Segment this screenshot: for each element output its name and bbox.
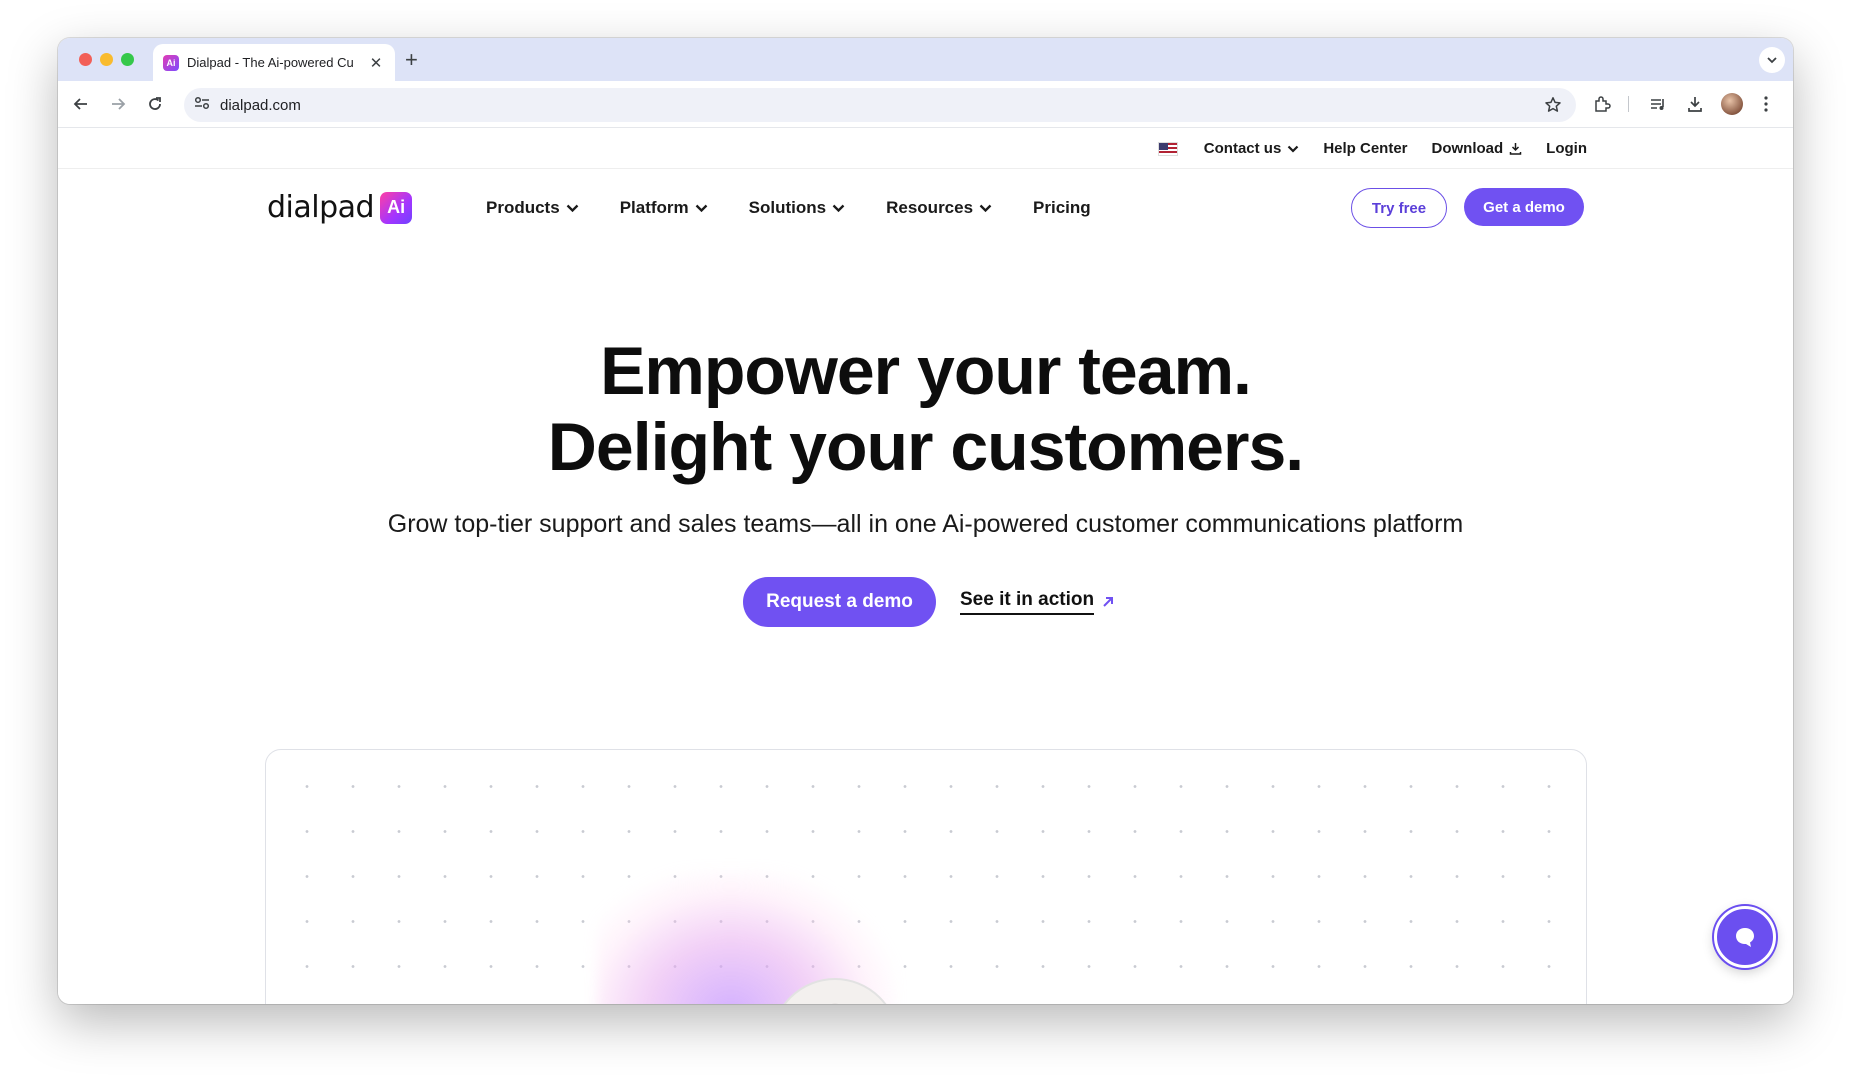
chevron-down-icon — [566, 204, 579, 212]
hero-line-2: Delight your customers. — [547, 409, 1304, 485]
chevron-down-icon — [695, 204, 707, 212]
reload-icon[interactable] — [144, 93, 166, 115]
main-nav: dialpad Ai Products Platform Solutions R… — [58, 170, 1793, 248]
minimize-window-button[interactable] — [100, 53, 113, 66]
hero-cta-row: Request a demo See it in action — [58, 577, 1793, 627]
hero-subtitle: Grow top-tier support and sales teams—al… — [387, 510, 1464, 538]
download-icon — [1509, 143, 1522, 155]
download-label: Download — [1431, 140, 1504, 157]
tab-search-icon[interactable] — [1759, 47, 1785, 73]
web-page: Contact us Help Center Download Login di… — [58, 128, 1793, 1004]
close-tab-icon[interactable]: ✕ — [367, 54, 385, 72]
browser-toolbar: dialpad.com — [58, 81, 1793, 128]
chevron-down-icon — [1288, 145, 1299, 153]
url-text: dialpad.com — [220, 96, 301, 114]
login-link[interactable]: Login — [1546, 140, 1587, 157]
bookmark-star-icon[interactable] — [1544, 96, 1562, 119]
see-it-in-action-label: See it in action — [960, 589, 1095, 615]
back-icon[interactable] — [70, 93, 92, 115]
profile-avatar[interactable] — [1721, 93, 1743, 115]
new-tab-icon[interactable]: + — [405, 47, 418, 73]
nav-products-label: Products — [486, 198, 560, 217]
utility-nav: Contact us Help Center Download Login — [58, 128, 1793, 169]
download-link[interactable]: Download — [1432, 140, 1523, 157]
see-it-in-action-link[interactable]: See it in action — [960, 589, 1114, 615]
close-window-button[interactable] — [79, 53, 92, 66]
chat-bubble-icon — [1736, 928, 1754, 947]
nav-platform-label: Platform — [619, 198, 689, 217]
arrow-up-right-icon — [1103, 597, 1114, 607]
extensions-icon[interactable] — [1591, 93, 1613, 115]
product-showcase-card — [265, 749, 1587, 1004]
hero-heading: Empower your team. Delight your customer… — [58, 333, 1793, 485]
forward-icon[interactable] — [107, 93, 129, 115]
chevron-down-icon — [979, 204, 992, 212]
nav-products[interactable]: Products — [486, 198, 579, 218]
browser-window: Ai Dialpad - The Ai-powered Cu ✕ + dialp… — [58, 38, 1793, 1004]
request-demo-button[interactable]: Request a demo — [743, 577, 936, 627]
toolbar-divider — [1628, 96, 1629, 112]
tab-title: Dialpad - The Ai-powered Cu — [187, 55, 354, 70]
us-flag-icon[interactable] — [1157, 141, 1178, 156]
get-a-demo-button[interactable]: Get a demo — [1464, 188, 1584, 226]
logo-wordmark: dialpad — [267, 190, 375, 225]
nav-solutions-label: Solutions — [748, 198, 827, 217]
nav-resources[interactable]: Resources — [886, 198, 992, 218]
chevron-down-icon — [832, 204, 845, 212]
chat-widget-button[interactable] — [1714, 906, 1776, 968]
media-controls-icon[interactable] — [1647, 93, 1669, 115]
dialpad-favicon-icon: Ai — [163, 54, 179, 71]
nav-pricing[interactable]: Pricing — [1033, 198, 1091, 218]
site-info-icon[interactable] — [194, 96, 210, 115]
contact-us-label: Contact us — [1203, 140, 1282, 157]
maximize-window-button[interactable] — [121, 53, 134, 66]
downloads-icon[interactable] — [1684, 93, 1706, 115]
logo-ai-mark-icon: Ai — [380, 191, 413, 224]
dialpad-logo[interactable]: dialpad Ai — [267, 190, 413, 225]
browser-menu-icon[interactable] — [1755, 93, 1777, 115]
nav-platform[interactable]: Platform — [620, 198, 708, 218]
tab-dialpad[interactable]: Ai Dialpad - The Ai-powered Cu ✕ — [153, 44, 395, 81]
try-free-button[interactable]: Try free — [1351, 188, 1447, 228]
address-bar[interactable]: dialpad.com — [184, 88, 1576, 122]
tab-strip: Ai Dialpad - The Ai-powered Cu ✕ + — [58, 38, 1793, 81]
contact-us-link[interactable]: Contact us — [1204, 140, 1300, 157]
nav-resources-label: Resources — [886, 198, 974, 217]
nav-solutions[interactable]: Solutions — [749, 198, 845, 218]
hero-line-1: Empower your team. — [600, 333, 1252, 409]
help-center-link[interactable]: Help Center — [1323, 140, 1407, 157]
